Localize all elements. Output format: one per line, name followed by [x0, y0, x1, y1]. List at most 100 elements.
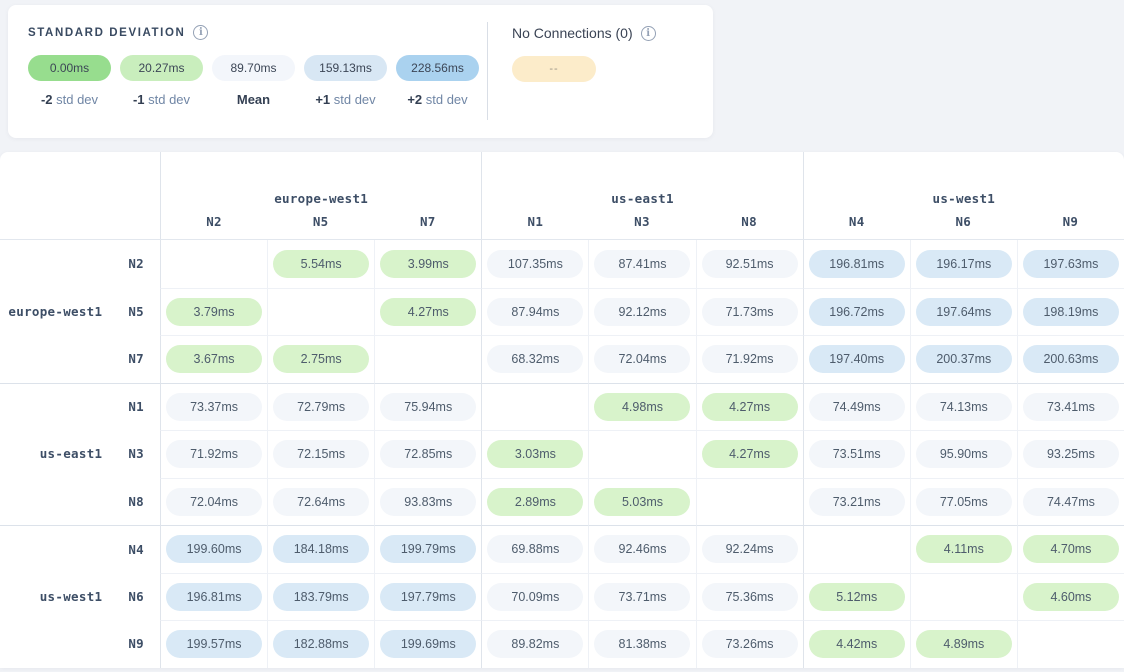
latency-pill[interactable]: 5.54ms	[273, 250, 369, 278]
latency-pill[interactable]: 68.32ms	[487, 345, 583, 373]
row-header-N1: N1	[0, 383, 160, 431]
latency-pill[interactable]: 197.64ms	[916, 298, 1012, 326]
latency-pill[interactable]: 95.90ms	[916, 440, 1012, 468]
node-label: N1	[528, 214, 544, 229]
latency-pill[interactable]: 73.21ms	[809, 488, 905, 516]
latency-pill[interactable]: 87.41ms	[594, 250, 690, 278]
latency-pill[interactable]: 77.05ms	[916, 488, 1012, 516]
latency-pill[interactable]: 74.13ms	[916, 393, 1012, 421]
latency-pill[interactable]: 72.04ms	[594, 345, 690, 373]
info-icon[interactable]: i	[641, 26, 656, 41]
latency-pill[interactable]: 71.92ms	[702, 345, 798, 373]
latency-pill[interactable]: 196.17ms	[916, 250, 1012, 278]
latency-pill[interactable]: 197.79ms	[380, 583, 476, 611]
latency-pill[interactable]: 75.94ms	[380, 393, 476, 421]
latency-pill[interactable]: 73.37ms	[166, 393, 262, 421]
latency-pill[interactable]: 93.25ms	[1023, 440, 1119, 468]
latency-cell: 75.36ms	[696, 573, 803, 621]
latency-pill[interactable]: 3.03ms	[487, 440, 583, 468]
latency-pill[interactable]: 3.67ms	[166, 345, 262, 373]
latency-pill[interactable]: 69.88ms	[487, 535, 583, 563]
latency-pill[interactable]: 89.82ms	[487, 630, 583, 658]
row-header-N4: N4	[0, 525, 160, 573]
latency-pill[interactable]: 4.42ms	[809, 630, 905, 658]
latency-pill[interactable]: 75.36ms	[702, 583, 798, 611]
latency-cell: 72.04ms	[160, 478, 267, 526]
latency-pill[interactable]: 199.60ms	[166, 535, 262, 563]
row-node-label: N7	[128, 351, 144, 366]
latency-pill[interactable]: 4.27ms	[702, 393, 798, 421]
row-node-label: N1	[128, 399, 144, 414]
latency-pill[interactable]: 199.69ms	[380, 630, 476, 658]
latency-pill[interactable]: 72.04ms	[166, 488, 262, 516]
latency-pill[interactable]: 74.47ms	[1023, 488, 1119, 516]
latency-pill[interactable]: 72.15ms	[273, 440, 369, 468]
latency-pill[interactable]: 3.79ms	[166, 298, 262, 326]
latency-pill[interactable]: 4.11ms	[916, 535, 1012, 563]
latency-pill[interactable]: 73.41ms	[1023, 393, 1119, 421]
info-icon[interactable]: i	[193, 25, 208, 40]
latency-pill[interactable]: 4.27ms	[702, 440, 798, 468]
latency-pill[interactable]: 197.40ms	[809, 345, 905, 373]
latency-cell	[267, 288, 374, 336]
row-header-N9: N9	[0, 620, 160, 668]
region-label: us-east1	[611, 191, 674, 206]
latency-pill[interactable]: 74.49ms	[809, 393, 905, 421]
latency-pill[interactable]: 72.64ms	[273, 488, 369, 516]
latency-pill[interactable]: 3.99ms	[380, 250, 476, 278]
latency-pill[interactable]: 92.46ms	[594, 535, 690, 563]
latency-pill[interactable]: 4.89ms	[916, 630, 1012, 658]
latency-cell: 89.82ms	[481, 620, 588, 668]
latency-pill[interactable]: 70.09ms	[487, 583, 583, 611]
latency-pill[interactable]: 92.12ms	[594, 298, 690, 326]
latency-matrix-card: europe-west1us-east1us-west1N2N5N7N1N3N8…	[0, 152, 1124, 668]
latency-pill[interactable]: 87.94ms	[487, 298, 583, 326]
latency-pill[interactable]: 73.71ms	[594, 583, 690, 611]
latency-pill[interactable]: 197.63ms	[1023, 250, 1119, 278]
latency-pill[interactable]: 71.92ms	[166, 440, 262, 468]
column-group-region-us-west1: us-west1	[803, 152, 1124, 208]
latency-pill[interactable]: 200.37ms	[916, 345, 1012, 373]
latency-pill[interactable]: 4.70ms	[1023, 535, 1119, 563]
latency-pill[interactable]: 2.89ms	[487, 488, 583, 516]
latency-cell: 93.25ms	[1017, 430, 1124, 478]
latency-cell: 200.37ms	[910, 335, 1017, 383]
latency-pill[interactable]: 107.35ms	[487, 250, 583, 278]
latency-pill[interactable]: 72.85ms	[380, 440, 476, 468]
latency-pill[interactable]: 199.79ms	[380, 535, 476, 563]
latency-pill[interactable]: 183.79ms	[273, 583, 369, 611]
latency-pill[interactable]: 4.98ms	[594, 393, 690, 421]
latency-pill[interactable]: 2.75ms	[273, 345, 369, 373]
latency-cell: 92.46ms	[588, 525, 695, 573]
latency-pill[interactable]: 73.26ms	[702, 630, 798, 658]
latency-cell: 197.63ms	[1017, 240, 1124, 288]
latency-cell	[481, 383, 588, 431]
row-node-label: N5	[128, 304, 144, 319]
latency-pill[interactable]: 200.63ms	[1023, 345, 1119, 373]
latency-pill[interactable]: 5.12ms	[809, 583, 905, 611]
legend-pill-label: -1 std dev	[120, 92, 203, 107]
latency-cell: 5.12ms	[803, 573, 910, 621]
latency-pill[interactable]: 196.81ms	[166, 583, 262, 611]
legend-pill: 89.70ms	[212, 55, 295, 81]
latency-pill[interactable]: 92.51ms	[702, 250, 798, 278]
latency-pill[interactable]: 4.60ms	[1023, 583, 1119, 611]
latency-pill[interactable]: 72.79ms	[273, 393, 369, 421]
latency-pill[interactable]: 199.57ms	[166, 630, 262, 658]
latency-pill[interactable]: 93.83ms	[380, 488, 476, 516]
node-label: N4	[849, 214, 865, 229]
latency-cell: 4.98ms	[588, 383, 695, 431]
latency-pill[interactable]: 5.03ms	[594, 488, 690, 516]
latency-pill[interactable]: 184.18ms	[273, 535, 369, 563]
latency-pill[interactable]: 182.88ms	[273, 630, 369, 658]
node-label: N3	[634, 214, 650, 229]
latency-pill[interactable]: 196.72ms	[809, 298, 905, 326]
latency-pill[interactable]: 71.73ms	[702, 298, 798, 326]
latency-pill[interactable]: 81.38ms	[594, 630, 690, 658]
latency-pill[interactable]: 73.51ms	[809, 440, 905, 468]
latency-cell: 93.83ms	[374, 478, 481, 526]
latency-pill[interactable]: 198.19ms	[1023, 298, 1119, 326]
latency-pill[interactable]: 196.81ms	[809, 250, 905, 278]
latency-pill[interactable]: 92.24ms	[702, 535, 798, 563]
latency-pill[interactable]: 4.27ms	[380, 298, 476, 326]
